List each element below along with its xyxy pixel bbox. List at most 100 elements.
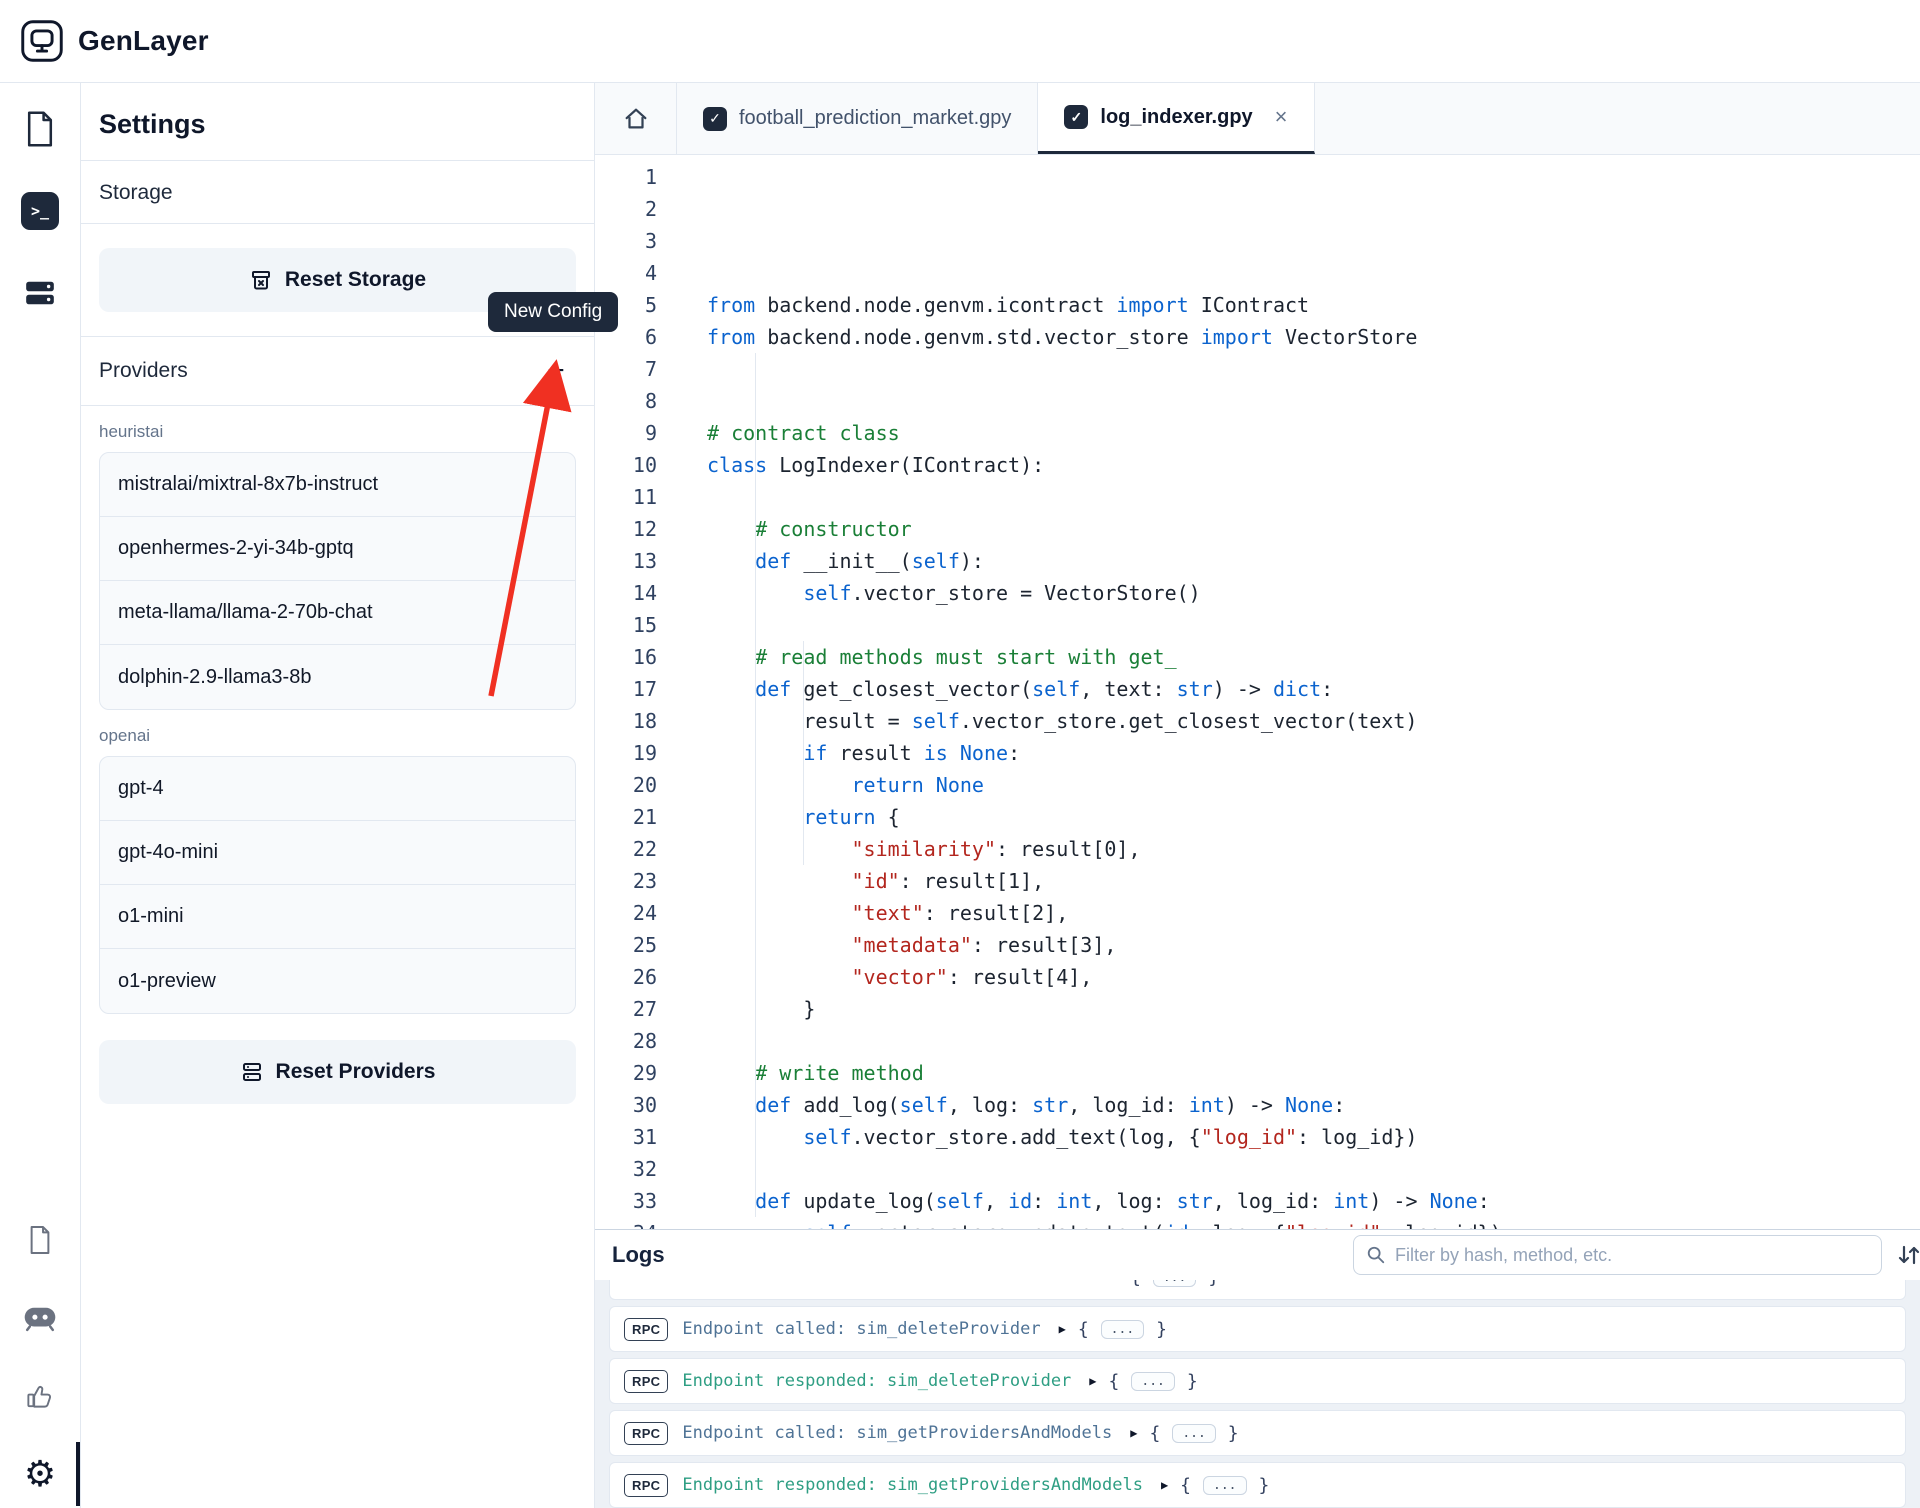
provider-model-item[interactable]: o1-preview — [100, 949, 575, 1013]
reset-providers-label: Reset Providers — [276, 1060, 436, 1084]
line-number: 14 — [595, 577, 657, 609]
tab-log_indexer.gpy[interactable]: ✓log_indexer.gpy× — [1038, 83, 1314, 154]
rail-item-terminal[interactable]: >_ — [12, 183, 68, 239]
rpc-badge: RPC — [624, 1318, 668, 1341]
tab-strip: ✓football_prediction_market.gpy✓log_inde… — [595, 83, 1920, 155]
code-line: if result is None: — [707, 737, 1920, 769]
collapsed-json-pill[interactable]: ... — [1153, 1280, 1196, 1287]
log-text: Endpoint responded: sim_getProvidersAndM… — [682, 1475, 1143, 1495]
collapsed-json-pill[interactable]: ... — [1203, 1476, 1246, 1495]
rail-item-settings[interactable]: ⚙ — [12, 1446, 68, 1502]
line-number: 19 — [595, 737, 657, 769]
provider-model-item[interactable]: meta-llama/llama-2-70b-chat — [100, 581, 575, 645]
gpy-file-icon: ✓ — [703, 107, 727, 131]
main-layout: >_ — [0, 83, 1920, 1508]
collapsed-json-pill[interactable]: ... — [1101, 1320, 1144, 1339]
tab-football_prediction_market.gpy[interactable]: ✓football_prediction_market.gpy — [677, 83, 1038, 154]
log-text: Endpoint called: sim_deleteProvider — [682, 1319, 1040, 1339]
brace-open: { — [1078, 1319, 1089, 1340]
log-entry[interactable]: RPCEndpoint responded: sim_getProvidersA… — [609, 1462, 1906, 1508]
provider-groups: heuristai mistralai/mixtral-8x7b-instruct… — [81, 422, 594, 1014]
trash-archive-icon — [249, 268, 273, 292]
home-tab[interactable] — [595, 83, 677, 154]
logs-filter-input[interactable] — [1395, 1245, 1869, 1266]
line-number: 17 — [595, 673, 657, 705]
log-text: Endpoint responded: sim_deleteProvider — [682, 1371, 1071, 1391]
app-header: GenLayer — [0, 0, 1920, 83]
log-entry[interactable]: RPCEndpoint called: sim_getProvidersAndM… — [609, 1410, 1906, 1456]
rail-item-discord[interactable] — [12, 1290, 68, 1346]
brace-close: } — [1187, 1371, 1198, 1392]
expand-icon[interactable]: ▶ — [1130, 1426, 1137, 1440]
brand[interactable]: GenLayer — [20, 19, 209, 63]
expand-icon[interactable]: ▶ — [1059, 1322, 1066, 1336]
brace-open: { — [1109, 1371, 1120, 1392]
code-line: # contract class — [707, 417, 1920, 449]
genlayer-logo-icon — [20, 19, 64, 63]
code-line: "id": result[1], — [707, 865, 1920, 897]
provider-model-item[interactable]: gpt-4 — [100, 757, 575, 821]
line-number: 18 — [595, 705, 657, 737]
provider-model-item[interactable]: gpt-4o-mini — [100, 821, 575, 885]
provider-model-item[interactable]: openhermes-2-yi-34b-gptq — [100, 517, 575, 581]
line-number: 13 — [595, 545, 657, 577]
brace-close: } — [1259, 1475, 1270, 1496]
reset-providers-button[interactable]: Reset Providers — [99, 1040, 576, 1104]
sort-logs-icon[interactable] — [1888, 1238, 1920, 1272]
code-line — [707, 609, 1920, 641]
rail-item-storage[interactable] — [12, 265, 68, 321]
collapsed-json-pill[interactable]: ... — [1172, 1424, 1215, 1443]
log-entry[interactable]: RPC Endpoint called: sim_deleteProvider ▶ {… — [609, 1306, 1906, 1352]
line-number: 27 — [595, 993, 657, 1025]
provider-model-item[interactable]: mistralai/mixtral-8x7b-instruct — [100, 453, 575, 517]
line-number: 31 — [595, 1121, 657, 1153]
code-line: } — [707, 993, 1920, 1025]
code-line — [707, 481, 1920, 513]
expand-icon[interactable]: ▶ — [1161, 1478, 1168, 1492]
settings-panel-title: Settings — [81, 83, 594, 161]
tab-close-icon[interactable]: × — [1275, 104, 1288, 130]
line-number: 33 — [595, 1185, 657, 1217]
line-number: 30 — [595, 1089, 657, 1121]
code-line: # write method — [707, 1057, 1920, 1089]
storage-drive-icon — [21, 274, 59, 312]
line-number: 1 — [595, 161, 657, 193]
line-number: 25 — [595, 929, 657, 961]
log-entry[interactable]: {...} — [609, 1280, 1906, 1300]
collapsed-json-pill[interactable]: ... — [1131, 1372, 1174, 1391]
rpc-badge: RPC — [624, 1370, 668, 1393]
brace-close: } — [1228, 1423, 1239, 1444]
new-config-tooltip: New Config — [488, 292, 618, 332]
docs-icon — [26, 1224, 54, 1256]
code-line: # read methods must start with get_ — [707, 641, 1920, 673]
provider-model-item[interactable]: dolphin-2.9-llama3-8b — [100, 645, 575, 709]
provider-group-label: heuristai — [99, 422, 576, 442]
rail-item-feedback[interactable] — [12, 1368, 68, 1424]
code-line: def get_closest_vector(self, text: str) … — [707, 673, 1920, 705]
icon-rail: >_ — [0, 83, 80, 1508]
code-line: return { — [707, 801, 1920, 833]
line-number: 21 — [595, 801, 657, 833]
home-icon — [623, 106, 649, 132]
line-number: 11 — [595, 481, 657, 513]
code-line: "similarity": result[0], — [707, 833, 1920, 865]
line-number: 29 — [595, 1057, 657, 1089]
provider-model-item[interactable]: o1-mini — [100, 885, 575, 949]
expand-icon[interactable]: ▶ — [1089, 1374, 1096, 1388]
logs-title: Logs — [612, 1242, 665, 1268]
code-line: return None — [707, 769, 1920, 801]
code-editor[interactable]: 1234567891011121314151617181920212223242… — [595, 155, 1920, 1229]
provider-group-box: mistralai/mixtral-8x7b-instructopenherme… — [99, 452, 576, 710]
add-provider-config-button[interactable]: + — [536, 351, 576, 391]
code-line: from backend.node.genvm.std.vector_store… — [707, 321, 1920, 353]
logs-list: {...} RPC Endpoint called: sim_deleteProvi… — [595, 1280, 1920, 1508]
log-entry[interactable]: RPC Endpoint responded: sim_deleteProvide… — [609, 1358, 1906, 1404]
rail-item-contracts[interactable] — [12, 101, 68, 157]
rail-item-docs[interactable] — [12, 1212, 68, 1268]
terminal-icon: >_ — [21, 192, 59, 230]
line-number: 8 — [595, 385, 657, 417]
code-line: # constructor — [707, 513, 1920, 545]
code-line: from backend.node.genvm.icontract import… — [707, 289, 1920, 321]
code-line: def __init__(self): — [707, 545, 1920, 577]
rail-bottom-group: ⚙ — [12, 1212, 68, 1502]
